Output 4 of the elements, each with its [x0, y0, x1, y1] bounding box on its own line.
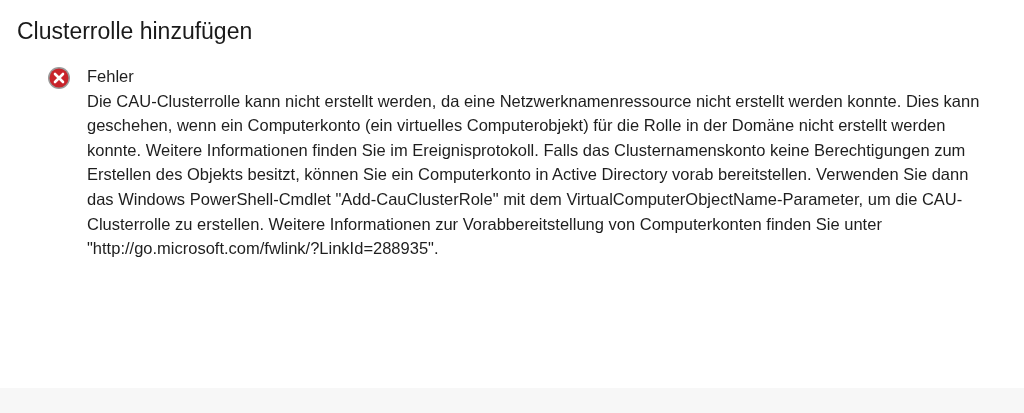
error-icon: [47, 66, 71, 90]
error-message: Die CAU-Clusterrolle kann nicht erstellt werden, da eine Netzwerknamenressource nicht erstellt werden konnte. Dies kann geschehen, wenn ein Computerkonto (ein virtuelles Computerobjekt) für die Rolle in der Domäne nicht erstellt werden konnte. Weitere Informationen finden Sie im Ereignisprotokoll. Falls das Clusternamenskonto keine Berechtigungen zum Erstellen des Objekts besitzt, können Sie ein Computerkonto in Active Directory vorab bereitstellen. Verwenden Sie dann das Windows PowerShell-Cmdlet "Add-CauClusterRole" mit dem VirtualComputerObjectName-Parameter, um die CAU-Clusterrolle zu erstellen. Weitere Informationen zur Vorabbereitstellung von Computerkonten finden Sie unter "http://go.microsoft.com/fwlink/?LinkId=288935".: [87, 90, 981, 260]
window-title: Clusterrolle hinzufügen: [17, 17, 254, 46]
error-heading: Fehler: [87, 66, 135, 87]
